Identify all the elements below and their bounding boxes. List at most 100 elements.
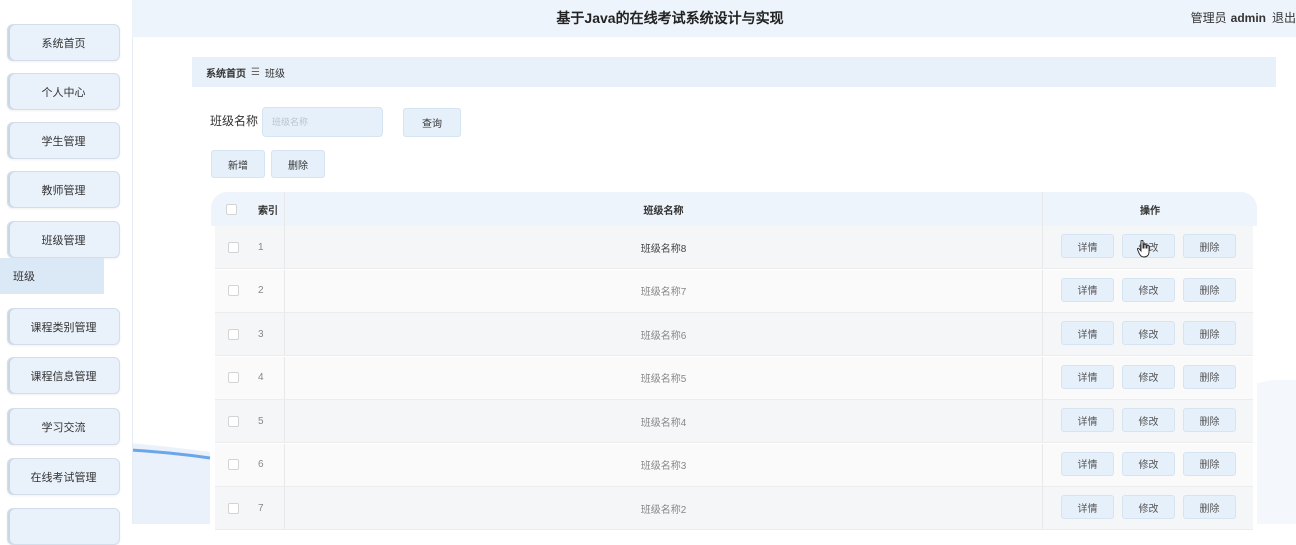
sidebar-item-classes[interactable]: 班级管理 — [7, 221, 120, 258]
user-area: 管理员 admin 退出 — [1191, 0, 1296, 37]
edit-button[interactable]: 修改 — [1122, 451, 1175, 476]
breadcrumb: 系统首页 ☰ 班级 — [192, 57, 1276, 87]
sidebar-subitem-label: 班级 — [13, 271, 35, 283]
edit-button[interactable]: 修改 — [1122, 321, 1175, 345]
row-select-cell — [215, 226, 251, 268]
edit-button[interactable]: 修改 — [1122, 364, 1175, 389]
row-class-name: 班级名称4 — [285, 400, 1043, 442]
row-index: 2 — [251, 269, 285, 312]
row-operations: 详情 修改 删除 — [1043, 400, 1253, 442]
add-button[interactable]: 新增 — [211, 150, 265, 178]
edit-button[interactable]: 修改 — [1122, 234, 1175, 258]
detail-button[interactable]: 详情 — [1061, 495, 1114, 519]
delete-button[interactable]: 删除 — [1183, 451, 1236, 476]
header-class-name: 班级名称 — [285, 192, 1043, 226]
table-row: 2 班级名称7 详情 修改 删除 — [215, 269, 1253, 313]
row-operations: 详情 修改 删除 — [1043, 270, 1253, 312]
sidebar-item-course-info[interactable]: 课程信息管理 — [7, 357, 120, 394]
delete-button[interactable]: 删除 — [1183, 495, 1236, 519]
sidebar-item-students[interactable]: 学生管理 — [7, 122, 120, 159]
row-index: 1 — [251, 226, 285, 268]
detail-button[interactable]: 详情 — [1061, 277, 1114, 302]
detail-button[interactable]: 详情 — [1061, 364, 1114, 389]
edit-button[interactable]: 修改 — [1122, 277, 1175, 302]
edit-button[interactable]: 修改 — [1122, 408, 1175, 432]
class-table: 索引 班级名称 操作 1 班级名称8 详情 修改 删除 2 班级名称7 详情 修改 删除 3 班级名称… — [211, 192, 1257, 532]
app-title: 基于Java的在线考试系统设计与实现 — [556, 10, 784, 26]
row-select-cell — [215, 313, 251, 355]
sidebar-item-label: 课程信息管理 — [30, 370, 97, 383]
breadcrumb-separator-icon: ☰ — [251, 66, 260, 78]
row-select-cell — [215, 357, 251, 399]
table-header: 索引 班级名称 操作 — [211, 192, 1257, 226]
sidebar-item-study-exchange[interactable]: 学习交流 — [7, 408, 120, 445]
table-row: 4 班级名称5 详情 修改 删除 — [215, 356, 1253, 400]
top-header: 基于Java的在线考试系统设计与实现 管理员 admin 退出 — [132, 0, 1296, 37]
row-index: 6 — [251, 443, 285, 486]
delete-button[interactable]: 删除 — [1183, 234, 1236, 258]
sidebar-item-label: 学生管理 — [41, 135, 86, 148]
sidebar-item-profile[interactable]: 个人中心 — [7, 73, 120, 110]
delete-button[interactable]: 删除 — [1183, 321, 1236, 345]
table-row: 6 班级名称3 详情 修改 删除 — [215, 443, 1253, 487]
row-operations: 详情 修改 删除 — [1043, 313, 1253, 355]
detail-button[interactable]: 详情 — [1061, 234, 1114, 258]
breadcrumb-home[interactable]: 系统首页 — [206, 65, 246, 80]
breadcrumb-current: 班级 — [264, 68, 285, 80]
sidebar-item-course-categories[interactable]: 课程类别管理 — [7, 308, 120, 345]
sidebar-item-label: 课程类别管理 — [30, 321, 97, 334]
detail-button[interactable]: 详情 — [1061, 451, 1114, 476]
detail-button[interactable]: 详情 — [1061, 408, 1114, 432]
table-row: 3 班级名称6 详情 修改 删除 — [215, 313, 1253, 356]
edit-button[interactable]: 修改 — [1122, 495, 1175, 519]
select-all-cell — [211, 192, 251, 226]
delete-button[interactable]: 删除 — [1183, 364, 1236, 389]
row-checkbox[interactable] — [227, 502, 239, 514]
row-select-cell — [215, 444, 251, 486]
row-operations: 详情 修改 删除 — [1043, 444, 1253, 486]
user-name: admin — [1230, 11, 1266, 25]
row-checkbox[interactable] — [227, 241, 239, 253]
row-index: 5 — [251, 400, 285, 442]
query-button[interactable]: 查询 — [403, 108, 461, 137]
class-name-search-input[interactable] — [262, 107, 383, 137]
row-index: 3 — [251, 313, 285, 355]
row-checkbox[interactable] — [227, 372, 239, 383]
row-checkbox[interactable] — [227, 415, 239, 427]
table-row: 5 班级名称4 详情 修改 删除 — [215, 400, 1253, 443]
row-class-name: 班级名称2 — [285, 487, 1043, 529]
row-select-cell — [215, 400, 251, 442]
row-class-name: 班级名称7 — [285, 269, 1043, 312]
delete-button[interactable]: 删除 — [1183, 277, 1236, 302]
row-select-cell — [215, 270, 251, 312]
table-row: 1 班级名称8 详情 修改 删除 — [215, 226, 1253, 269]
row-checkbox[interactable] — [227, 328, 239, 340]
sidebar-item-partial[interactable] — [7, 508, 120, 545]
user-role: 管理员 — [1190, 11, 1227, 25]
row-class-name: 班级名称5 — [285, 356, 1043, 399]
row-class-name: 班级名称6 — [285, 313, 1043, 355]
row-operations: 详情 修改 删除 — [1043, 226, 1253, 268]
row-checkbox[interactable] — [227, 285, 239, 296]
logout-link[interactable]: 退出 — [1272, 11, 1296, 25]
row-operations: 详情 修改 删除 — [1043, 357, 1253, 399]
sidebar-item-label: 在线考试管理 — [30, 471, 97, 484]
sidebar-item-label: 班级管理 — [41, 234, 86, 247]
sidebar-subitem-class[interactable]: 班级 — [0, 258, 104, 294]
header-operation: 操作 — [1140, 205, 1160, 217]
sidebar-item-label: 学习交流 — [41, 421, 86, 434]
row-class-name: 班级名称8 — [285, 226, 1043, 268]
sidebar-item-teachers[interactable]: 教师管理 — [7, 171, 120, 208]
delete-button[interactable]: 删除 — [1183, 408, 1236, 432]
sidebar-item-online-exam[interactable]: 在线考试管理 — [7, 458, 120, 495]
row-operations: 详情 修改 删除 — [1043, 487, 1253, 529]
batch-delete-button[interactable]: 删除 — [271, 150, 325, 178]
row-index: 7 — [251, 487, 285, 529]
select-all-checkbox[interactable] — [225, 203, 237, 215]
header-index: 索引 — [251, 192, 285, 226]
sidebar-item-label: 系统首页 — [41, 37, 86, 50]
detail-button[interactable]: 详情 — [1061, 321, 1114, 345]
search-label: 班级名称 — [210, 114, 259, 128]
row-checkbox[interactable] — [227, 459, 239, 470]
row-select-cell — [215, 487, 251, 529]
